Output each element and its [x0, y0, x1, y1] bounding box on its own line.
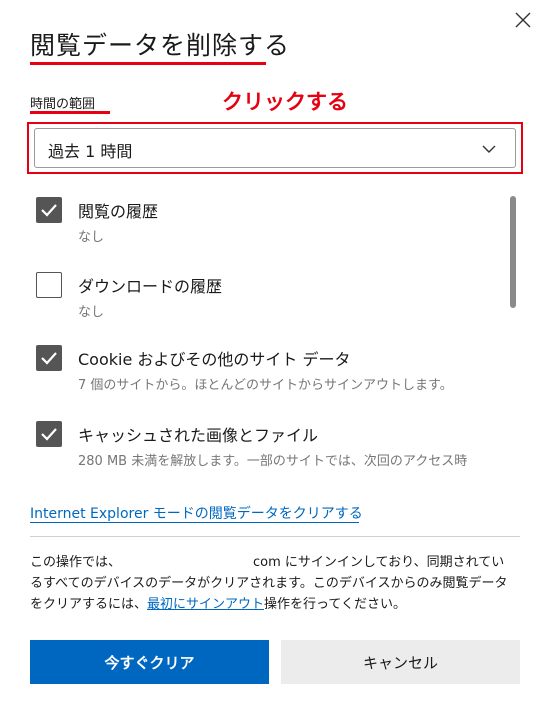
- option-label: Cookie およびその他のサイト データ: [78, 350, 351, 369]
- time-range-value: 過去 1 時間: [48, 142, 133, 161]
- title-annotation-underline: [30, 62, 266, 65]
- sync-info-text: この操作では、 com にサインインしており、同期されてい るすべてのデバイスのデ…: [30, 552, 520, 615]
- link-underline: [30, 522, 359, 523]
- checkmark-icon: [41, 204, 57, 217]
- option-label: 閲覧の履歴: [78, 202, 159, 221]
- time-range-select[interactable]: 過去 1 時間: [34, 128, 516, 168]
- checkmark-icon: [41, 428, 57, 441]
- info-line1-prefix: この操作では、: [30, 555, 122, 570]
- option-browsing-history: 閲覧の履歴 なし: [36, 197, 496, 249]
- option-cookies: Cookie およびその他のサイト データ 7 個のサイトから。ほとんどのサイト…: [36, 345, 496, 397]
- scrollbar-thumb[interactable]: [510, 196, 516, 308]
- checkbox-download-history[interactable]: [36, 272, 62, 298]
- checkmark-icon: [41, 352, 57, 365]
- option-label: ダウンロードの履歴: [78, 277, 223, 296]
- dialog-title: 閲覧データを削除する: [30, 31, 291, 60]
- option-subtext: 280 MB 未満を解放します。一部のサイトでは、次回のアクセス時: [78, 454, 468, 469]
- option-subtext: 7 個のサイトから。ほとんどのサイトからサインアウトします。: [78, 378, 453, 393]
- option-cache: キャッシュされた画像とファイル 280 MB 未満を解放します。一部のサイトでは…: [36, 421, 496, 473]
- cancel-button[interactable]: キャンセル: [281, 640, 520, 684]
- divider: [30, 536, 520, 537]
- ie-mode-clear-link[interactable]: Internet Explorer モードの閲覧データをクリアする: [30, 503, 363, 523]
- chevron-down-icon: [482, 145, 496, 153]
- checkbox-cache[interactable]: [36, 421, 62, 447]
- close-button[interactable]: [511, 8, 535, 32]
- click-annotation: クリックする: [222, 90, 348, 114]
- clear-now-button[interactable]: 今すぐクリア: [30, 640, 269, 684]
- option-label: キャッシュされた画像とファイル: [78, 426, 319, 445]
- info-line3-suffix: 操作を行ってください。: [264, 597, 406, 612]
- info-line3-prefix: をクリアするには、: [30, 597, 148, 612]
- time-range-label: 時間の範囲: [30, 97, 96, 112]
- option-subtext: なし: [78, 305, 105, 320]
- close-icon: [515, 12, 531, 28]
- option-subtext: なし: [78, 230, 105, 245]
- checkbox-cookies[interactable]: [36, 345, 62, 371]
- info-line1-suffix: com にサインインしており、同期されてい: [253, 555, 505, 570]
- option-download-history: ダウンロードの履歴 なし: [36, 272, 496, 324]
- info-line2: るすべてのデバイスのデータがクリアされます。このデバイスからのみ閲覧データ: [30, 576, 508, 591]
- sign-out-link[interactable]: 最初にサインアウト: [147, 597, 264, 612]
- time-range-annotation-underline: [30, 111, 110, 114]
- checkbox-browsing-history[interactable]: [36, 197, 62, 223]
